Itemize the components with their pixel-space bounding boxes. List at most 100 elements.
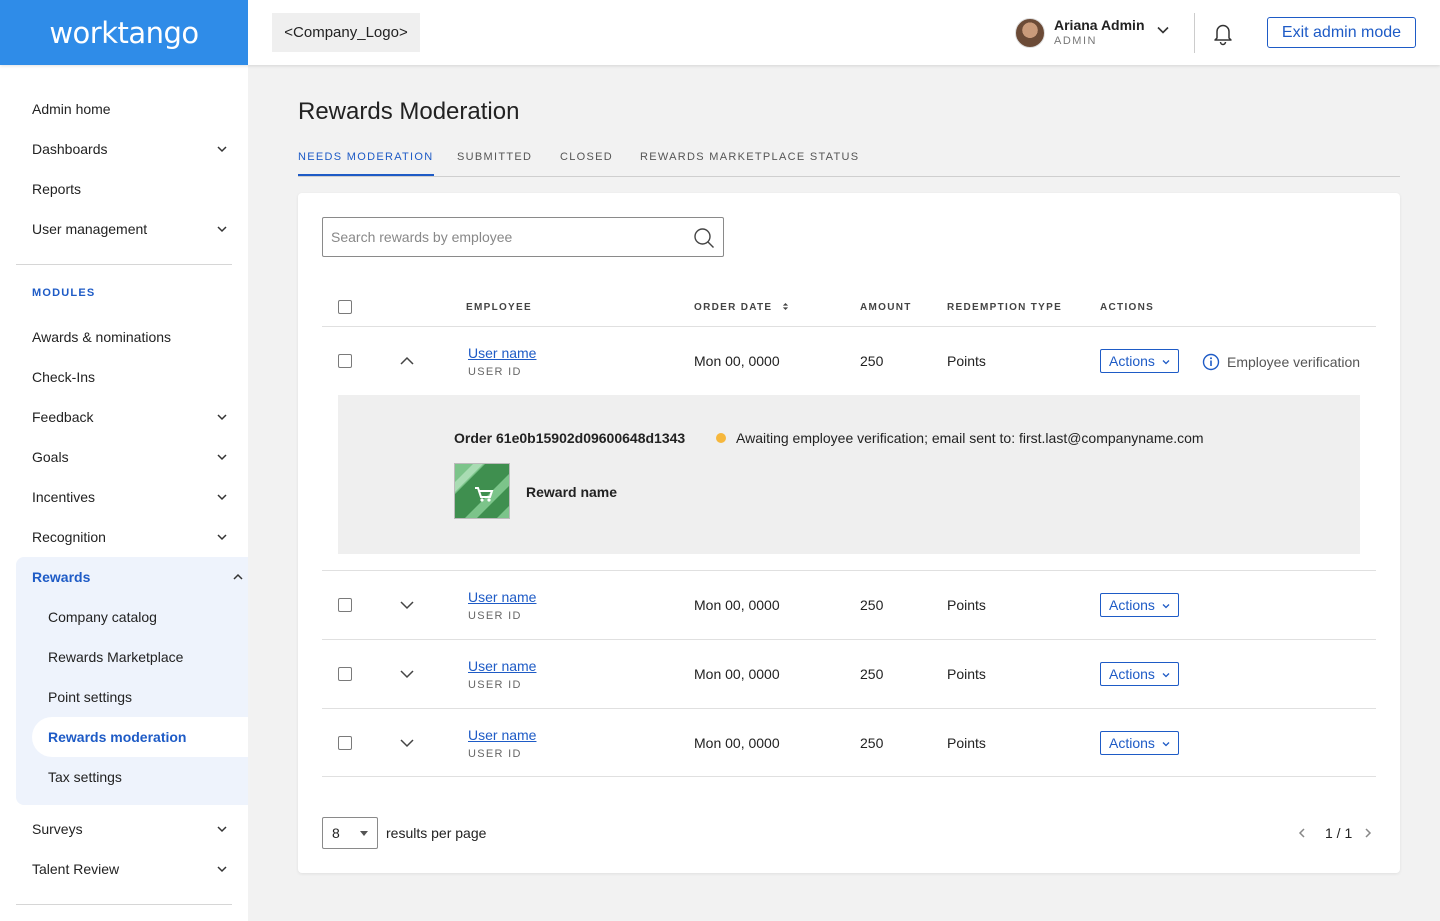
moderation-card: EMPLOYEE ORDER DATE AMOUNT REDEMPTION TY… (298, 193, 1400, 873)
chevron-up-icon[interactable] (399, 353, 415, 369)
sidebar-subitem-rewards-moderation[interactable]: Rewards moderation (32, 717, 248, 757)
order-date: Mon 00, 0000 (694, 666, 780, 682)
user-name: Ariana Admin (1054, 17, 1145, 33)
sidebar: Admin home Dashboards Reports User manag… (0, 65, 248, 921)
results-per-page-select[interactable]: 8 (322, 817, 378, 849)
sort-icon[interactable] (782, 302, 789, 311)
search-box (322, 217, 724, 257)
cart-icon (455, 464, 509, 518)
avatar (1015, 18, 1045, 48)
row-checkbox[interactable] (338, 667, 352, 681)
table-divider (322, 326, 1376, 327)
user-name-link[interactable]: User name (468, 589, 536, 605)
column-header-employee[interactable]: EMPLOYEE (466, 302, 532, 313)
chevron-down-icon (217, 454, 227, 461)
user-id: USER ID (468, 610, 522, 622)
user-name-link[interactable]: User name (468, 658, 536, 674)
sidebar-subitem-tax-settings[interactable]: Tax settings (48, 757, 238, 797)
row-checkbox[interactable] (338, 598, 352, 612)
table-divider (322, 776, 1376, 777)
sidebar-divider (16, 904, 232, 905)
sidebar-item-dashboards[interactable]: Dashboards (32, 129, 232, 169)
sidebar-subitem-rewards-marketplace[interactable]: Rewards Marketplace (48, 637, 238, 677)
employee-verification-link[interactable]: Employee verification (1202, 353, 1360, 371)
sidebar-item-talent-review[interactable]: Talent Review (32, 849, 232, 889)
actions-dropdown-button[interactable]: Actions (1100, 349, 1179, 373)
user-id: USER ID (468, 679, 522, 691)
sidebar-item-user-management[interactable]: User management (32, 209, 232, 249)
results-per-page-label: results per page (386, 825, 487, 841)
chevron-left-icon[interactable] (1296, 827, 1308, 839)
bell-icon[interactable] (1210, 20, 1236, 46)
page-title: Rewards Moderation (298, 98, 520, 125)
select-all-checkbox[interactable] (338, 300, 352, 314)
tab-closed[interactable]: CLOSED (560, 151, 613, 176)
status-indicator (716, 433, 726, 443)
chevron-down-icon[interactable] (1155, 22, 1171, 38)
chevron-down-icon (217, 494, 227, 501)
tab-submitted[interactable]: SUBMITTED (457, 151, 532, 176)
sidebar-subitem-company-catalog[interactable]: Company catalog (48, 597, 238, 637)
redemption-type: Points (947, 735, 986, 751)
chevron-down-icon (1162, 360, 1170, 365)
sidebar-item-reports[interactable]: Reports (32, 169, 232, 209)
column-header-amount[interactable]: AMOUNT (860, 302, 912, 313)
sidebar-subitem-point-settings[interactable]: Point settings (48, 677, 238, 717)
redemption-type: Points (947, 597, 986, 613)
actions-dropdown-button[interactable]: Actions (1100, 593, 1179, 617)
chevron-down-icon (1162, 742, 1170, 747)
redemption-type: Points (947, 353, 986, 369)
sidebar-item-incentives[interactable]: Incentives (32, 477, 232, 517)
actions-dropdown-button[interactable]: Actions (1100, 731, 1179, 755)
sidebar-item-surveys[interactable]: Surveys (32, 809, 232, 849)
brand-name: worktango (49, 15, 199, 50)
chevron-down-icon[interactable] (399, 666, 415, 682)
column-header-actions: ACTIONS (1100, 302, 1155, 313)
brand-logo[interactable]: worktango (0, 0, 248, 65)
chevron-down-icon (217, 534, 227, 541)
sidebar-item-feedback[interactable]: Feedback (32, 397, 232, 437)
row-checkbox[interactable] (338, 736, 352, 750)
user-id: USER ID (468, 366, 522, 378)
order-date: Mon 00, 0000 (694, 735, 780, 751)
chevron-down-icon[interactable] (399, 597, 415, 613)
search-icon[interactable] (693, 227, 715, 249)
amount: 250 (860, 666, 884, 682)
chevron-down-icon[interactable] (399, 735, 415, 751)
pagination: 1 / 1 (1296, 823, 1376, 843)
chevron-down-icon (217, 226, 227, 233)
tab-bar: NEEDS MODERATION SUBMITTED CLOSED REWARD… (298, 150, 1400, 177)
order-date: Mon 00, 0000 (694, 597, 780, 613)
column-header-redemption-type[interactable]: REDEMPTION TYPE (947, 302, 1062, 313)
sidebar-item-goals[interactable]: Goals (32, 437, 232, 477)
modules-heading: MODULES (32, 287, 96, 299)
search-input[interactable] (331, 227, 681, 247)
table-divider (322, 639, 1376, 640)
chevron-down-icon (217, 414, 227, 421)
user-name-link[interactable]: User name (468, 345, 536, 361)
tab-needs-moderation[interactable]: NEEDS MODERATION (298, 151, 434, 176)
chevron-down-icon (1162, 673, 1170, 678)
order-detail-panel: Order 61e0b15902d09600648d1343 Awaiting … (338, 395, 1360, 554)
sidebar-item-check-ins[interactable]: Check-Ins (32, 357, 232, 397)
actions-dropdown-button[interactable]: Actions (1100, 662, 1179, 686)
sidebar-item-recognition[interactable]: Recognition (32, 517, 232, 557)
sidebar-group-rewards: Rewards Company catalog Rewards Marketpl… (16, 557, 248, 805)
user-menu[interactable]: Ariana Admin ADMIN (1015, 16, 1169, 50)
column-header-order-date[interactable]: ORDER DATE (694, 302, 789, 313)
order-status-text: Awaiting employee verification; email se… (736, 430, 1204, 446)
user-name-link[interactable]: User name (468, 727, 536, 743)
chevron-right-icon[interactable] (1362, 827, 1374, 839)
caret-down-icon (360, 831, 368, 836)
chevron-up-icon (233, 573, 243, 580)
order-number: Order 61e0b15902d09600648d1343 (454, 430, 686, 446)
chevron-down-icon (217, 146, 227, 153)
sidebar-item-awards[interactable]: Awards & nominations (32, 317, 232, 357)
sidebar-item-rewards[interactable]: Rewards (32, 557, 243, 597)
tab-rewards-marketplace-status[interactable]: REWARDS MARKETPLACE STATUS (640, 151, 859, 176)
exit-admin-mode-button[interactable]: Exit admin mode (1267, 17, 1416, 48)
amount: 250 (860, 735, 884, 751)
chevron-down-icon (1162, 604, 1170, 609)
sidebar-item-admin-home[interactable]: Admin home (32, 89, 232, 129)
row-checkbox[interactable] (338, 354, 352, 368)
